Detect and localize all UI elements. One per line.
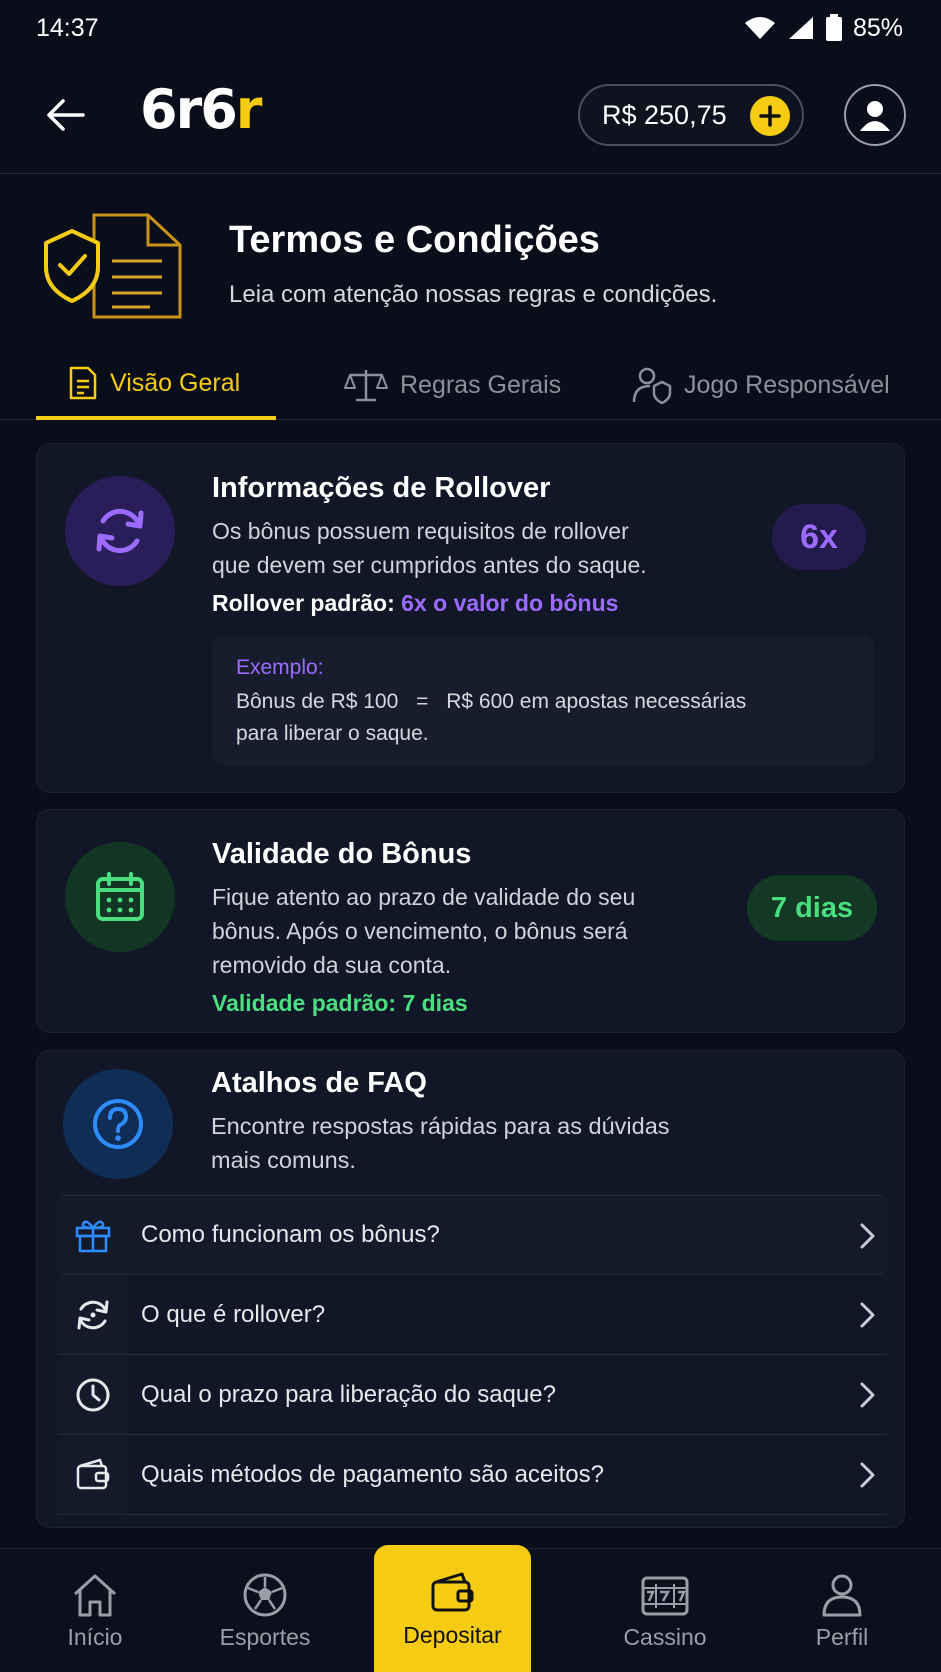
faq-item-withdrawal-time[interactable]: Qual o prazo para liberação do saque? — [57, 1355, 887, 1435]
app-header: 6r6r R$ 250,75 — [0, 56, 941, 174]
add-funds-button[interactable] — [750, 96, 790, 136]
wallet-icon — [76, 1458, 110, 1489]
bonus-validity-card: Validade do Bônus Fique atento ao prazo … — [36, 809, 905, 1033]
tab-bar: Visão Geral Regras Gerais Jogo Responsáv… — [0, 350, 941, 420]
nav-sports[interactable]: Esportes — [200, 1549, 330, 1672]
nav-deposit[interactable]: Depositar — [374, 1545, 531, 1672]
faq-item-rollover[interactable]: O que é rollover? — [57, 1275, 887, 1355]
rollover-description: Os bônus possuem requisitos de rollover … — [212, 518, 647, 578]
user-shield-icon — [632, 367, 672, 404]
back-button[interactable] — [40, 90, 90, 140]
scales-icon — [344, 370, 388, 402]
arrow-left-icon — [47, 99, 85, 131]
user-icon — [860, 101, 890, 131]
page-title: Termos e Condições — [229, 219, 600, 261]
battery-level: 85% — [852, 13, 903, 42]
nav-casino[interactable]: Cassino — [600, 1549, 730, 1672]
calendar-icon-circle — [65, 842, 175, 952]
clock-icon — [76, 1378, 110, 1411]
validity-title: Validade do Bônus — [212, 838, 472, 870]
balance-amount: R$ 250,75 — [602, 99, 727, 130]
wifi-icon — [744, 17, 775, 39]
validity-description: Fique atento ao prazo de validade do seu… — [212, 884, 636, 978]
faq-list: Como funcionam os bônus? O que é rollove… — [57, 1195, 887, 1515]
status-bar: 14:37 85% — [0, 0, 941, 56]
slot-machine-icon — [641, 1576, 689, 1615]
balance-pill[interactable]: R$ 250,75 — [578, 84, 804, 146]
rollover-example: Exemplo: Bônus de R$ 100 = R$ 600 em apo… — [212, 636, 874, 766]
calendar-icon — [96, 872, 144, 921]
battery-icon — [825, 14, 842, 41]
document-icon — [69, 366, 97, 400]
refresh-icon — [96, 508, 144, 554]
chevron-right-icon — [860, 1382, 875, 1408]
faq-title: Atalhos de FAQ — [211, 1067, 427, 1099]
tab-general-rules[interactable]: Regras Gerais — [344, 350, 561, 420]
gift-icon — [75, 1220, 111, 1253]
rollover-icon-circle — [65, 476, 175, 586]
validity-badge: 7 dias — [747, 875, 877, 941]
terms-document-icon — [40, 205, 190, 330]
bottom-navigation: Início Esportes Depositar Cassino Perfil — [0, 1545, 941, 1672]
page-hero: Termos e Condições Leia com atenção noss… — [0, 175, 941, 335]
profile-button[interactable] — [844, 84, 906, 146]
validity-default: Validade padrão: 7 dias — [212, 990, 468, 1016]
status-time: 14:37 — [36, 13, 99, 42]
tab-overview[interactable]: Visão Geral — [36, 350, 276, 420]
rollover-title: Informações de Rollover — [212, 472, 551, 504]
tab-responsible-gaming[interactable]: Jogo Responsável — [632, 350, 890, 420]
faq-item-bonus[interactable]: Como funcionam os bônus? — [57, 1195, 887, 1275]
wallet-icon — [431, 1572, 473, 1611]
nav-profile[interactable]: Perfil — [792, 1549, 892, 1672]
plus-icon — [759, 105, 781, 127]
faq-item-payment-methods[interactable]: Quais métodos de pagamento são aceitos? — [57, 1435, 887, 1515]
rollover-badge: 6x — [772, 504, 866, 570]
user-icon — [822, 1574, 862, 1616]
faq-card: Atalhos de FAQ Encontre respostas rápida… — [36, 1050, 905, 1528]
refresh-icon — [77, 1300, 109, 1329]
faq-description: Encontre respostas rápidas para as dúvid… — [211, 1113, 670, 1173]
chevron-right-icon — [860, 1223, 875, 1249]
rollover-card: Informações de Rollover Os bônus possuem… — [36, 443, 905, 793]
chevron-right-icon — [860, 1462, 875, 1488]
page-subtitle: Leia com atenção nossas regras e condiçõ… — [229, 281, 718, 308]
brand-logo[interactable]: 6r6r — [140, 78, 262, 141]
rollover-default: Rollover padrão: 6x o valor do bônus — [212, 590, 619, 616]
faq-icon-circle — [63, 1069, 173, 1179]
nav-home[interactable]: Início — [40, 1549, 150, 1672]
question-icon — [93, 1099, 143, 1149]
home-icon — [73, 1574, 117, 1616]
signal-icon — [788, 17, 813, 39]
soccer-ball-icon — [243, 1573, 287, 1616]
chevron-right-icon — [860, 1302, 875, 1328]
